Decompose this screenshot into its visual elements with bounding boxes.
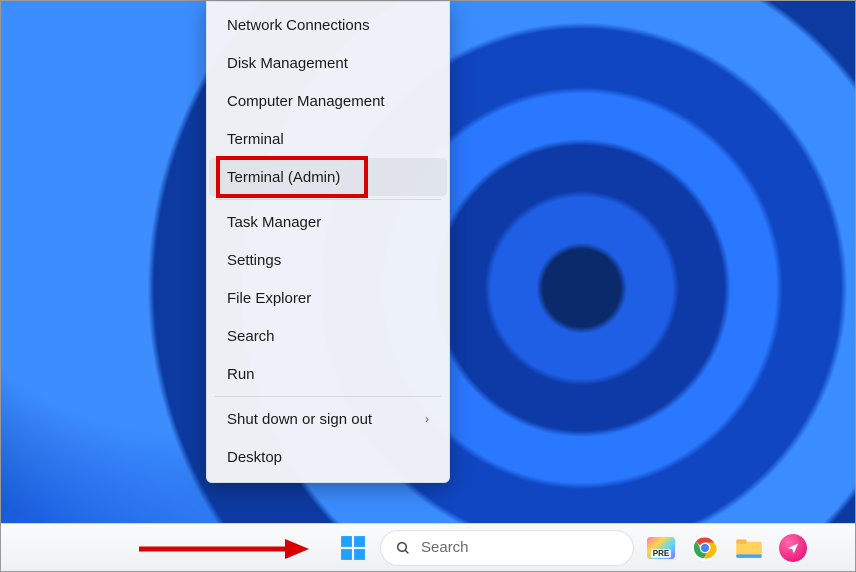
taskbar: Search PRE [1, 523, 855, 571]
menu-item-label: Run [227, 366, 255, 383]
menu-item-file-explorer[interactable]: File Explorer [209, 279, 447, 317]
taskbar-pin-copilot-preview[interactable]: PRE [644, 531, 678, 565]
menu-item-settings[interactable]: Settings [209, 241, 447, 279]
menu-separator [215, 396, 441, 397]
menu-item-label: Search [227, 328, 275, 345]
menu-item-label: Desktop [227, 449, 282, 466]
taskbar-pin-chrome[interactable] [688, 531, 722, 565]
windows-logo-icon [340, 535, 366, 561]
menu-item-label: Network Connections [227, 17, 370, 34]
menu-item-task-manager[interactable]: Task Manager [209, 203, 447, 241]
menu-item-label: Computer Management [227, 93, 385, 110]
search-placeholder: Search [421, 539, 469, 556]
menu-item-search[interactable]: Search [209, 317, 447, 355]
app-pink-icon [779, 534, 807, 562]
menu-item-label: Disk Management [227, 55, 348, 72]
taskbar-pin-file-explorer[interactable] [732, 531, 766, 565]
menu-item-terminal-admin[interactable]: Terminal (Admin) [209, 158, 447, 196]
start-button[interactable] [336, 531, 370, 565]
menu-item-desktop[interactable]: Desktop [209, 438, 447, 476]
menu-item-disk-management[interactable]: Disk Management [209, 44, 447, 82]
menu-item-label: Settings [227, 252, 281, 269]
menu-item-label: Task Manager [227, 214, 321, 231]
menu-item-computer-management[interactable]: Computer Management [209, 82, 447, 120]
file-explorer-icon [735, 537, 763, 559]
menu-item-label: Terminal (Admin) [227, 169, 340, 186]
taskbar-pin-app[interactable] [776, 531, 810, 565]
menu-item-label: Terminal [227, 131, 284, 148]
menu-item-shut-down-or-sign-out[interactable]: Shut down or sign out › [209, 400, 447, 438]
menu-separator [215, 199, 441, 200]
chrome-icon [691, 534, 719, 562]
winx-context-menu: Network Connections Disk Management Comput… [206, 1, 450, 483]
taskbar-search[interactable]: Search [380, 530, 634, 566]
copilot-preview-icon: PRE [647, 537, 675, 559]
menu-item-label: Shut down or sign out [227, 411, 372, 428]
menu-item-network-connections[interactable]: Network Connections [209, 6, 447, 44]
menu-item-label: File Explorer [227, 290, 311, 307]
search-icon [395, 540, 411, 556]
chevron-right-icon: › [425, 412, 429, 426]
menu-item-terminal[interactable]: Terminal [209, 120, 447, 158]
menu-item-run[interactable]: Run [209, 355, 447, 393]
